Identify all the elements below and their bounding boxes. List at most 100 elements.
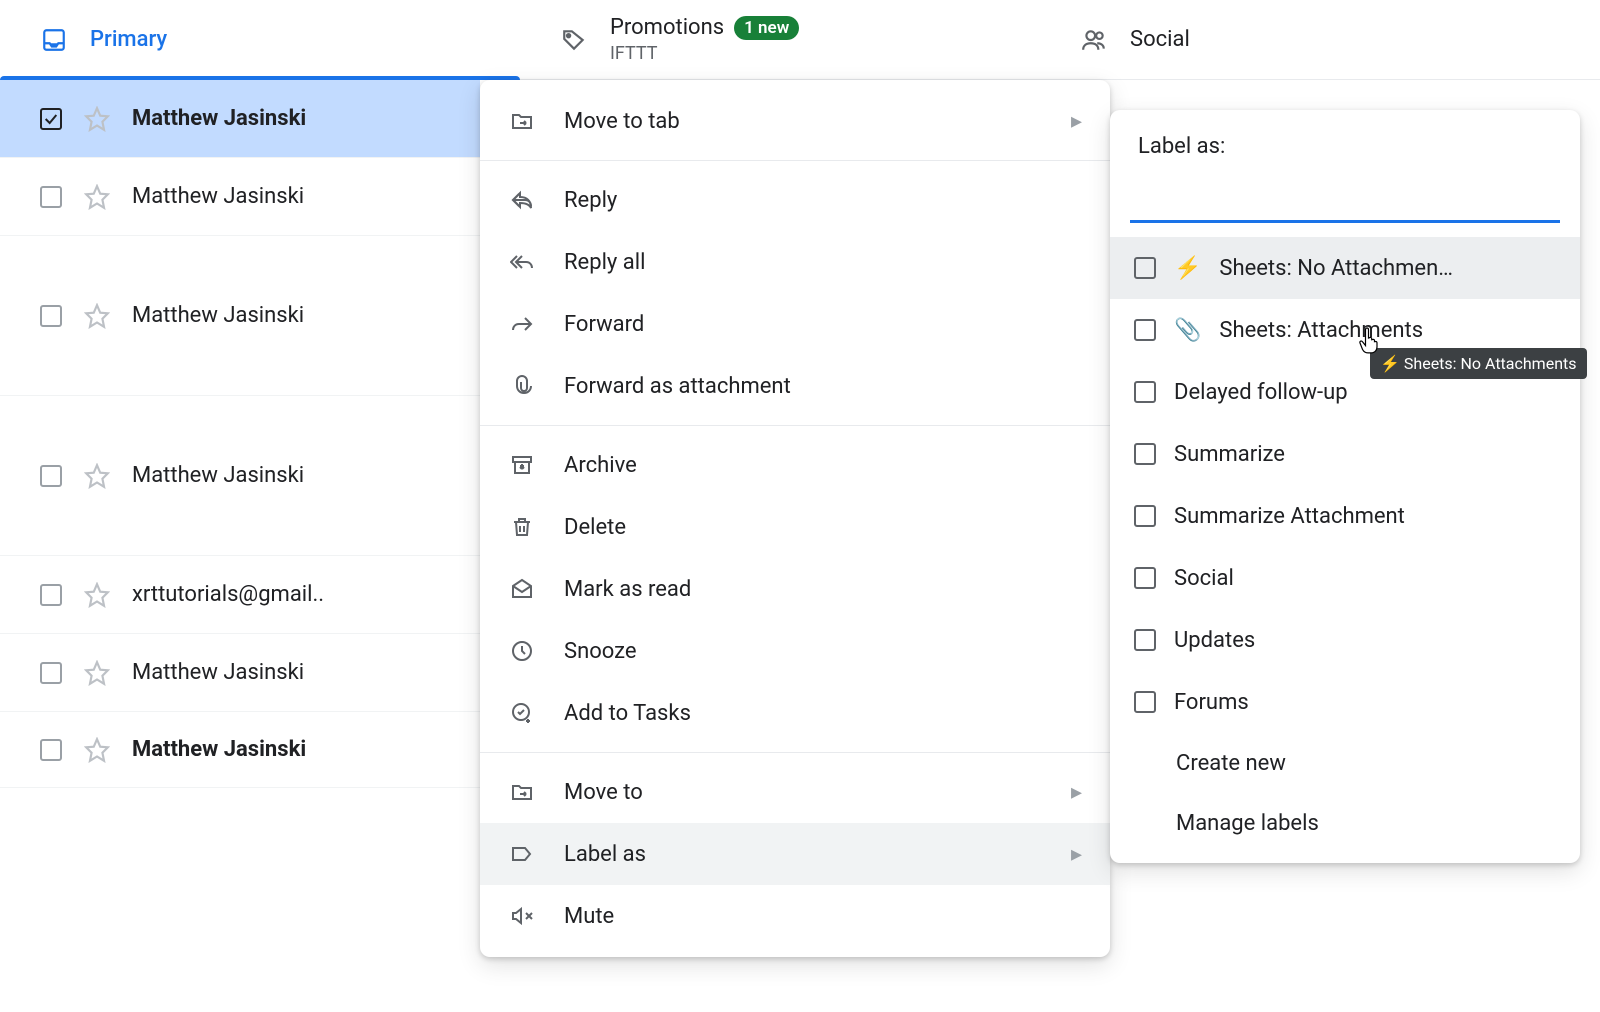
label-item[interactable]: Summarize — [1110, 423, 1580, 485]
menu-mark-read[interactable]: Mark as read — [480, 558, 1110, 620]
tooltip: ⚡ Sheets: No Attachments — [1370, 348, 1587, 379]
label-checkbox[interactable] — [1134, 691, 1156, 713]
tab-promotions[interactable]: Promotions 1 new IFTTT — [520, 0, 1040, 79]
label-text: Updates — [1174, 628, 1255, 653]
menu-mute[interactable]: Mute — [480, 885, 1110, 947]
tab-social[interactable]: Social — [1040, 0, 1600, 79]
label-manage[interactable]: Manage labels — [1110, 793, 1580, 853]
row-checkbox[interactable] — [40, 739, 62, 761]
chevron-right-icon: ▸ — [1071, 109, 1082, 134]
email-sender: Matthew Jasinski — [132, 660, 304, 685]
mute-icon — [508, 902, 536, 930]
menu-label-as[interactable]: Label as ▸ — [480, 823, 1110, 885]
archive-icon — [508, 451, 536, 479]
folder-icon — [508, 778, 536, 806]
tab-primary-label: Primary — [90, 27, 167, 52]
add-task-icon — [508, 699, 536, 727]
menu-move-to-tab[interactable]: Move to tab ▸ — [480, 90, 1110, 152]
menu-delete[interactable]: Delete — [480, 496, 1110, 558]
reply-all-icon — [508, 248, 536, 276]
menu-reply[interactable]: Reply — [480, 169, 1110, 231]
forward-icon — [508, 310, 536, 338]
promotions-badge: 1 new — [734, 16, 799, 40]
email-sender: Matthew Jasinski — [132, 184, 304, 209]
paperclip-icon: 📎 — [1174, 318, 1201, 343]
email-sender: Matthew Jasinski — [132, 106, 306, 131]
menu-reply-all[interactable]: Reply all — [480, 231, 1110, 293]
row-checkbox[interactable] — [40, 584, 62, 606]
email-row[interactable]: Matthew Jasinski — [0, 712, 480, 788]
tag-icon — [560, 26, 588, 54]
label-checkbox[interactable] — [1134, 443, 1156, 465]
context-menu: Move to tab ▸ Reply Reply all Forward Fo… — [480, 80, 1110, 957]
row-checkbox[interactable] — [40, 465, 62, 487]
label-submenu: Label as: ⚡ Sheets: No Attachmen… 📎 Sheets:… — [1110, 110, 1580, 863]
menu-add-tasks[interactable]: Add to Tasks — [480, 682, 1110, 744]
label-checkbox[interactable] — [1134, 567, 1156, 589]
label-search-input[interactable] — [1130, 179, 1560, 223]
lightning-icon: ⚡ — [1174, 256, 1201, 281]
email-sender: Matthew Jasinski — [132, 463, 304, 488]
label-checkbox[interactable] — [1134, 257, 1156, 279]
mail-open-icon — [508, 575, 536, 603]
label-item[interactable]: Updates — [1110, 609, 1580, 671]
folder-arrow-icon — [508, 107, 536, 135]
cursor-pointer-icon — [1358, 326, 1382, 354]
email-row[interactable]: Matthew Jasinski — [0, 396, 480, 556]
label-text: Summarize Attachment — [1174, 504, 1405, 529]
label-list: ⚡ Sheets: No Attachmen… 📎 Sheets: Attachmen… — [1110, 237, 1580, 733]
label-text: Sheets: Attachments — [1219, 318, 1423, 343]
label-create-new[interactable]: Create new — [1110, 733, 1580, 793]
chevron-right-icon: ▸ — [1071, 842, 1082, 867]
label-text: Sheets: No Attachmen… — [1219, 256, 1453, 281]
menu-forward-attachment[interactable]: Forward as attachment — [480, 355, 1110, 417]
star-icon[interactable] — [84, 303, 110, 329]
row-checkbox[interactable] — [40, 186, 62, 208]
row-checkbox[interactable] — [40, 108, 62, 130]
menu-archive[interactable]: Archive — [480, 434, 1110, 496]
trash-icon — [508, 513, 536, 541]
attachment-icon — [508, 372, 536, 400]
star-icon[interactable] — [84, 737, 110, 763]
email-sender: Matthew Jasinski — [132, 737, 306, 762]
menu-move-to[interactable]: Move to ▸ — [480, 761, 1110, 823]
label-checkbox[interactable] — [1134, 505, 1156, 527]
star-icon[interactable] — [84, 106, 110, 132]
label-text: Delayed follow-up — [1174, 380, 1348, 405]
star-icon[interactable] — [84, 463, 110, 489]
row-checkbox[interactable] — [40, 662, 62, 684]
label-header: Label as: — [1110, 128, 1580, 171]
row-checkbox[interactable] — [40, 305, 62, 327]
tab-promotions-label: Promotions — [610, 15, 724, 41]
tab-social-label: Social — [1130, 27, 1190, 52]
label-item[interactable]: Forums — [1110, 671, 1580, 733]
label-text: Social — [1174, 566, 1234, 591]
tab-promotions-sub: IFTTT — [610, 43, 799, 65]
label-text: Forums — [1174, 690, 1249, 715]
menu-snooze[interactable]: Snooze — [480, 620, 1110, 682]
inbox-icon — [40, 26, 68, 54]
label-item[interactable]: Social — [1110, 547, 1580, 609]
email-row[interactable]: Matthew Jasinski — [0, 80, 480, 158]
star-icon[interactable] — [84, 582, 110, 608]
label-checkbox[interactable] — [1134, 381, 1156, 403]
people-icon — [1080, 26, 1108, 54]
star-icon[interactable] — [84, 660, 110, 686]
label-checkbox[interactable] — [1134, 319, 1156, 341]
menu-forward[interactable]: Forward — [480, 293, 1110, 355]
label-icon — [508, 840, 536, 868]
email-row[interactable]: Matthew Jasinski — [0, 236, 480, 396]
email-list: Matthew Jasinski Matthew Jasinski Matthe… — [0, 80, 480, 788]
reply-icon — [508, 186, 536, 214]
label-checkbox[interactable] — [1134, 629, 1156, 651]
email-row[interactable]: Matthew Jasinski — [0, 158, 480, 236]
clock-icon — [508, 637, 536, 665]
star-icon[interactable] — [84, 184, 110, 210]
email-row[interactable]: Matthew Jasinski — [0, 634, 480, 712]
label-item[interactable]: ⚡ Sheets: No Attachmen… — [1110, 237, 1580, 299]
label-text: Summarize — [1174, 442, 1285, 467]
label-item[interactable]: Summarize Attachment — [1110, 485, 1580, 547]
email-sender: Matthew Jasinski — [132, 303, 304, 328]
email-row[interactable]: xrttutorials@gmail.. — [0, 556, 480, 634]
tab-primary[interactable]: Primary — [0, 0, 520, 79]
